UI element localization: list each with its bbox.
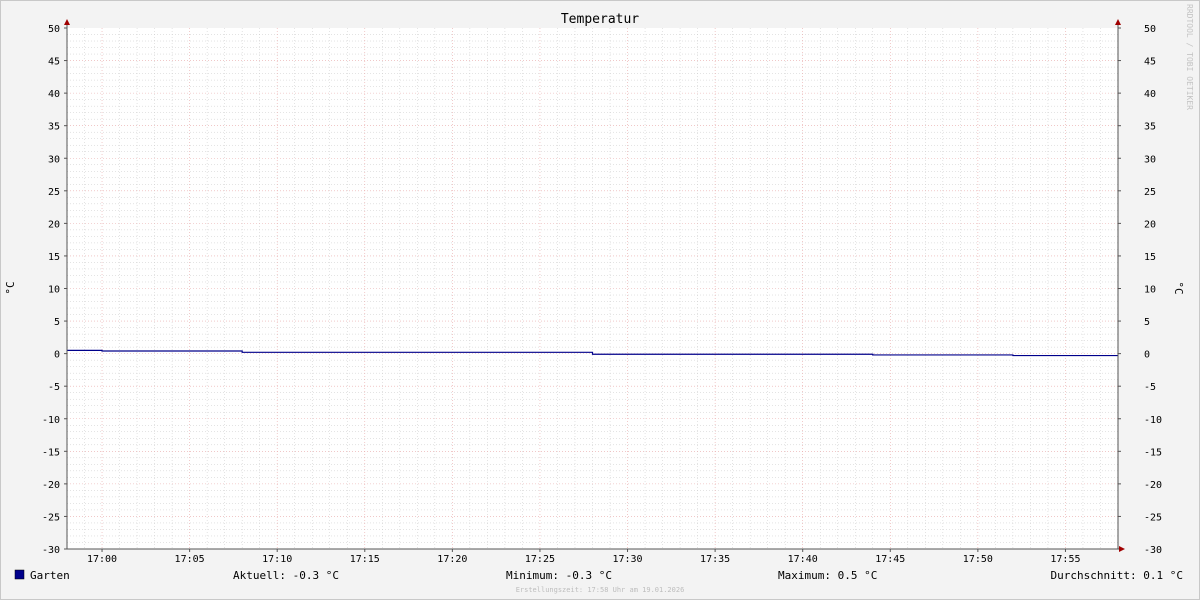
stat-maximum: Maximum: 0.5 °C: [778, 569, 877, 582]
y-tick-label-right: 50: [1144, 24, 1156, 35]
y-tick-label-right: 5: [1144, 317, 1150, 328]
y-tick-label-left: -30: [42, 545, 60, 556]
legend-label-garten: Garten: [30, 569, 70, 582]
y-tick-label-right: -15: [1144, 447, 1162, 458]
y-axis-right-labels: 50454035302520151050-5-10-15-20-25-30: [1144, 24, 1162, 556]
y-tick-label-left: 50: [48, 24, 60, 35]
y-axis-label-left: °C: [4, 281, 17, 294]
y-tick-label-right: 35: [1144, 122, 1156, 133]
stat-average: Durchschnitt: 0.1 °C: [1051, 569, 1183, 582]
y-tick-label-right: 0: [1144, 350, 1150, 361]
watermark: RRDTOOL / TOBI OETIKER: [1185, 4, 1194, 110]
y-tick-label-left: -15: [42, 447, 60, 458]
x-tick-label: 17:10: [262, 554, 292, 565]
x-tick-label: 17:15: [350, 554, 380, 565]
y-tick-label-right: -5: [1144, 382, 1156, 393]
y-tick-label-left: -5: [48, 382, 60, 393]
y-tick-label-left: 10: [48, 285, 60, 296]
y-tick-label-right: 25: [1144, 187, 1156, 198]
y-tick-label-left: 45: [48, 57, 60, 68]
x-tick-label: 17:50: [963, 554, 993, 565]
y-tick-label-right: 30: [1144, 154, 1156, 165]
y-tick-label-right: 40: [1144, 89, 1156, 100]
x-axis-labels: 17:00 17:05 17:10 17:15 17:20 17:25 17:30 17:35…: [87, 554, 1081, 565]
y-tick-label-left: -25: [42, 512, 60, 523]
temperature-chart: 50454035302520151050-5-10-15-20-25-30 50…: [4, 4, 1194, 594]
x-axis-arrow: [1119, 546, 1125, 552]
x-tick-label: 17:30: [612, 554, 642, 565]
y-tick-label-right: -20: [1144, 480, 1162, 491]
y-tick-label-left: -20: [42, 480, 60, 491]
stat-minimum: Minimum: -0.3 °C: [506, 569, 612, 582]
legend-swatch-garten: [14, 569, 25, 580]
y-tick-label-left: 35: [48, 122, 60, 133]
y-tick-label-right: -10: [1144, 415, 1162, 426]
y-tick-label-right: 20: [1144, 219, 1156, 230]
y-tick-label-right: 45: [1144, 57, 1156, 68]
y-axis-arrow-right: [1115, 19, 1121, 25]
x-tick-label: 17:40: [788, 554, 818, 565]
y-tick-label-left: -10: [42, 415, 60, 426]
y-tick-label-left: 5: [54, 317, 60, 328]
y-tick-label-right: -30: [1144, 545, 1162, 556]
y-tick-label-right: 15: [1144, 252, 1156, 263]
x-tick-label: 17:55: [1050, 554, 1080, 565]
y-axis-left-labels: 50454035302520151050-5-10-15-20-25-30: [42, 24, 60, 556]
x-tick-label: 17:00: [87, 554, 117, 565]
y-tick-label-left: 15: [48, 252, 60, 263]
y-tick-label-right: -25: [1144, 512, 1162, 523]
y-axis-arrow-left: [64, 19, 70, 25]
y-tick-label-left: 25: [48, 187, 60, 198]
x-tick-label: 17:20: [437, 554, 467, 565]
y-tick-label-left: 20: [48, 219, 60, 230]
y-axis-label-right: °C: [1172, 281, 1185, 294]
x-tick-label: 17:25: [525, 554, 555, 565]
x-tick-label: 17:05: [175, 554, 205, 565]
chart-title: Temperatur: [561, 12, 639, 27]
y-tick-label-left: 0: [54, 350, 60, 361]
stat-current: Aktuell: -0.3 °C: [233, 569, 339, 582]
y-tick-label-left: 40: [48, 89, 60, 100]
x-tick-label: 17:35: [700, 554, 730, 565]
y-tick-label-right: 10: [1144, 285, 1156, 296]
x-tick-label: 17:45: [875, 554, 905, 565]
y-tick-label-left: 30: [48, 154, 60, 165]
footer-timestamp: Erstellungszeit: 17:58 Uhr am 19.01.2026: [516, 586, 685, 594]
